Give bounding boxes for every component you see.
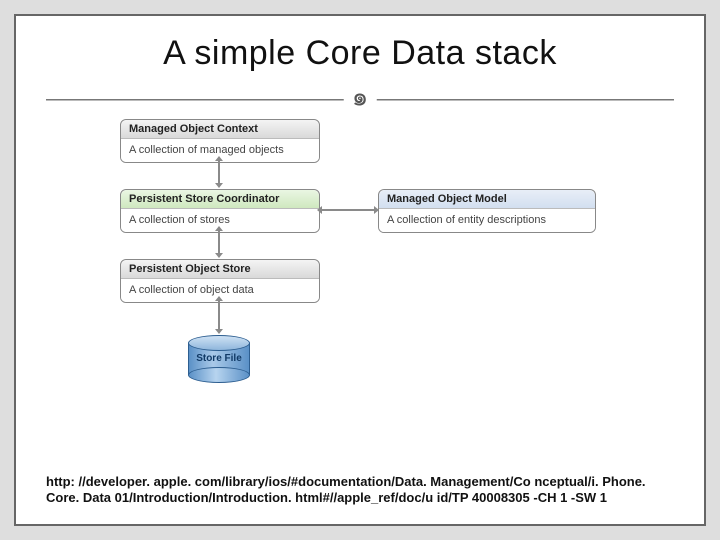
- arrow-psc-mom: [322, 209, 374, 211]
- arrow-moc-psc: [218, 161, 220, 183]
- box-managed-object-model: Managed Object Model A collection of ent…: [378, 189, 596, 233]
- box-body: A collection of entity descriptions: [379, 209, 595, 232]
- cylinder-bottom: [188, 367, 250, 383]
- cylinder-label: Store File: [189, 354, 249, 365]
- store-file-cylinder: Store File: [188, 335, 250, 383]
- box-header: Managed Object Model: [379, 190, 595, 209]
- source-link-text: http: //developer. apple. com/library/io…: [46, 474, 674, 507]
- flourish-icon: ๑: [344, 85, 377, 111]
- core-data-diagram: Managed Object Context A collection of m…: [120, 119, 600, 429]
- slide-title: A simple Core Data stack: [46, 34, 674, 73]
- arrow-pos-store: [218, 301, 220, 329]
- cylinder-top: [188, 335, 250, 351]
- box-header: Managed Object Context: [121, 120, 319, 139]
- box-header: Persistent Object Store: [121, 260, 319, 279]
- slide-frame: A simple Core Data stack ๑ Managed Objec…: [14, 14, 706, 526]
- title-rule: ๑: [46, 85, 674, 113]
- arrow-psc-pos: [218, 231, 220, 253]
- box-header: Persistent Store Coordinator: [121, 190, 319, 209]
